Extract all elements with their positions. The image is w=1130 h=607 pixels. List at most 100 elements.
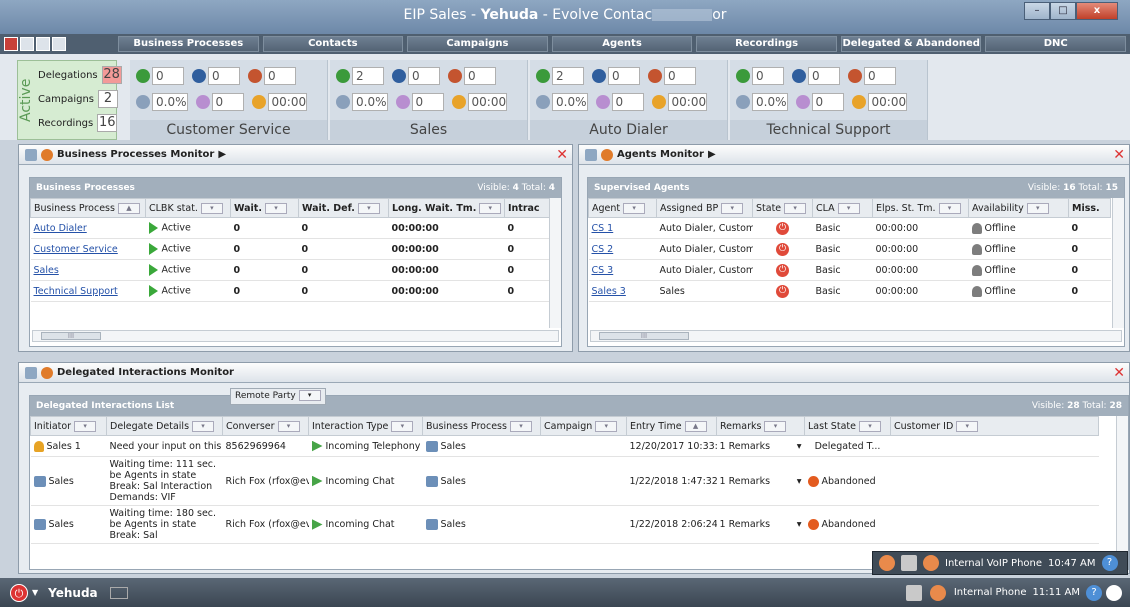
bp-link[interactable]: Technical Support (30, 280, 146, 302)
expand-arrow-icon[interactable]: ▶ (218, 149, 226, 160)
queue-auto-dialer[interactable]: 2 0 0 0.0% 0 00:00 Auto Dialer (530, 60, 728, 140)
table-row[interactable]: Sales Waiting time: 180 sec. be Agents i… (30, 505, 1099, 544)
column-header[interactable]: Delegate Details ▾ (106, 416, 223, 436)
table-row[interactable]: Sales Active 0 0 00:00:00 0 (30, 259, 550, 281)
home-icon[interactable] (25, 366, 37, 379)
table-row[interactable]: CS 2 Auto Dialer, Custome ⏻ Basic 00:00:… (588, 238, 1111, 260)
column-header[interactable]: Wait. ▾ (230, 198, 299, 218)
column-header[interactable]: State ▾ (752, 198, 813, 218)
vertical-scrollbar[interactable] (1112, 198, 1124, 328)
calculator-icon[interactable] (20, 37, 34, 51)
filter-icon[interactable]: ▾ (192, 420, 215, 432)
column-header[interactable]: Intrac (504, 198, 550, 218)
column-header[interactable]: Assigned BP ▾ (656, 198, 753, 218)
filter-icon[interactable]: ▾ (623, 202, 646, 214)
agent-link[interactable]: CS 1 (588, 217, 657, 239)
maximize-button[interactable]: □ (1050, 2, 1076, 20)
column-header[interactable]: Customer ID ▾ (890, 416, 1099, 436)
filter-icon[interactable]: ▾ (858, 420, 881, 432)
column-header[interactable]: CLBK stat. ▾ (145, 198, 231, 218)
filter-icon[interactable]: ▾ (264, 202, 287, 214)
column-header[interactable]: Miss. (1068, 198, 1111, 218)
active-row-delegations[interactable]: Delegations 28 (38, 65, 122, 85)
phone-status-icon[interactable] (929, 584, 946, 601)
column-header[interactable]: Entry Time ▲ (626, 416, 717, 436)
column-header[interactable]: Business Process ▲ (30, 198, 146, 218)
window-icon[interactable] (52, 37, 66, 51)
remarks-cell[interactable]: 1 Remarks ▾ (716, 505, 805, 544)
remote-party-column-chooser[interactable]: Remote Party ▾ (230, 388, 326, 405)
menu-dnc[interactable]: DNC (985, 36, 1127, 52)
menu-campaigns[interactable]: Campaigns (407, 36, 548, 52)
transfer-icon[interactable] (901, 555, 917, 571)
bp-link[interactable]: Sales (30, 259, 146, 281)
column-header[interactable]: Elps. St. Tm. ▾ (872, 198, 969, 218)
filter-icon[interactable]: ▾ (956, 420, 979, 432)
column-header[interactable]: Wait. Def. ▾ (298, 198, 389, 218)
filter-icon[interactable]: ▾ (357, 202, 380, 214)
filter-icon[interactable]: ▾ (479, 202, 502, 214)
help-icon[interactable]: ? (1086, 584, 1102, 601)
audio-icon[interactable] (109, 586, 128, 599)
agent-link[interactable]: CS 3 (588, 259, 657, 281)
agent-link[interactable]: CS 2 (588, 238, 657, 260)
vertical-scrollbar[interactable] (1116, 416, 1128, 566)
table-row[interactable]: CS 3 Auto Dialer, Custome ⏻ Basic 00:00:… (588, 259, 1111, 281)
status-toggle-icon[interactable] (1106, 584, 1122, 601)
dropdown-icon[interactable]: ▾ (797, 476, 802, 487)
minimize-button[interactable]: – (1024, 2, 1050, 20)
scrollbar-thumb[interactable]: III (41, 332, 101, 340)
filter-icon[interactable]: ▾ (200, 202, 223, 214)
user-name[interactable]: Yehuda (48, 586, 98, 600)
filter-icon[interactable]: ▾ (277, 420, 300, 432)
close-button[interactable]: x (1076, 2, 1118, 20)
layout-icon[interactable] (36, 37, 50, 51)
home-icon[interactable] (585, 148, 597, 161)
filter-icon[interactable]: ▾ (509, 420, 532, 432)
table-row[interactable]: CS 1 Auto Dialer, Custome ⏻ Basic 00:00:… (588, 217, 1111, 239)
queue-sales[interactable]: 2 0 0 0.0% 0 00:00 Sales (330, 60, 528, 140)
dropdown-icon[interactable]: ▾ (797, 441, 802, 452)
queue-customer-service[interactable]: 0 0 0 0.0% 0 00:00 Customer Service (130, 60, 328, 140)
active-row-campaigns[interactable]: Campaigns 2 (38, 89, 119, 109)
dropdown-icon[interactable]: ▾ (797, 519, 802, 530)
filter-icon[interactable]: ▾ (721, 202, 744, 214)
menu-recordings[interactable]: Recordings (696, 36, 837, 52)
filter-icon[interactable]: ▾ (298, 390, 321, 401)
transfer-icon[interactable] (905, 584, 922, 601)
filter-icon[interactable]: ▾ (1026, 202, 1049, 214)
column-header[interactable]: CLA ▾ (812, 198, 873, 218)
filter-icon[interactable]: ▾ (391, 420, 414, 432)
horizontal-scrollbar[interactable]: III (32, 330, 559, 342)
table-row[interactable]: Sales Waiting time: 111 sec. be Agents i… (30, 456, 1099, 506)
column-header[interactable]: Remarks ▾ (716, 416, 805, 436)
filter-sort-icon[interactable]: ▲ (117, 202, 140, 214)
expand-arrow-icon[interactable]: ▶ (708, 149, 716, 160)
column-header[interactable]: Long. Wait. Tm. ▾ (388, 198, 505, 218)
filter-sort-icon[interactable]: ▲ (684, 420, 707, 432)
scrollbar-thumb[interactable]: III (599, 332, 689, 340)
table-row[interactable]: Customer Service Active 0 0 00:00:00 0 (30, 238, 550, 260)
agent-link[interactable]: Sales 3 (588, 280, 657, 302)
help-icon[interactable]: ? (1101, 555, 1118, 571)
table-row[interactable]: Sales 3 Sales ⏻ Basic 00:00:00 Offline 0 (588, 280, 1111, 302)
table-row[interactable]: Auto Dialer Active 0 0 00:00:00 0 (30, 217, 550, 239)
close-icon[interactable]: ✕ (1113, 147, 1125, 163)
horizontal-scrollbar[interactable]: III (590, 330, 1122, 342)
vertical-scrollbar[interactable] (549, 198, 561, 328)
column-header[interactable]: Converser ▾ (222, 416, 309, 436)
menu-contacts[interactable]: Contacts (262, 36, 404, 52)
column-header[interactable]: Initiator ▾ (30, 416, 107, 436)
filter-icon[interactable]: ▾ (764, 420, 787, 432)
filter-icon[interactable]: ▾ (938, 202, 961, 214)
filter-icon[interactable]: ▾ (595, 420, 618, 432)
filter-icon[interactable]: ▾ (837, 202, 860, 214)
phone-tools-icon[interactable] (879, 555, 895, 571)
home-icon[interactable] (25, 148, 37, 161)
menu-delegated-abandoned[interactable]: Delegated & Abandoned (840, 36, 982, 52)
column-header[interactable]: Interaction Type ▾ (308, 416, 423, 436)
column-header[interactable]: Business Process ▾ (422, 416, 541, 436)
menu-business-processes[interactable]: Business Processes (118, 36, 259, 52)
dropdown-icon[interactable]: ▼ (32, 588, 38, 597)
power-icon[interactable]: ⏻ (10, 583, 28, 602)
